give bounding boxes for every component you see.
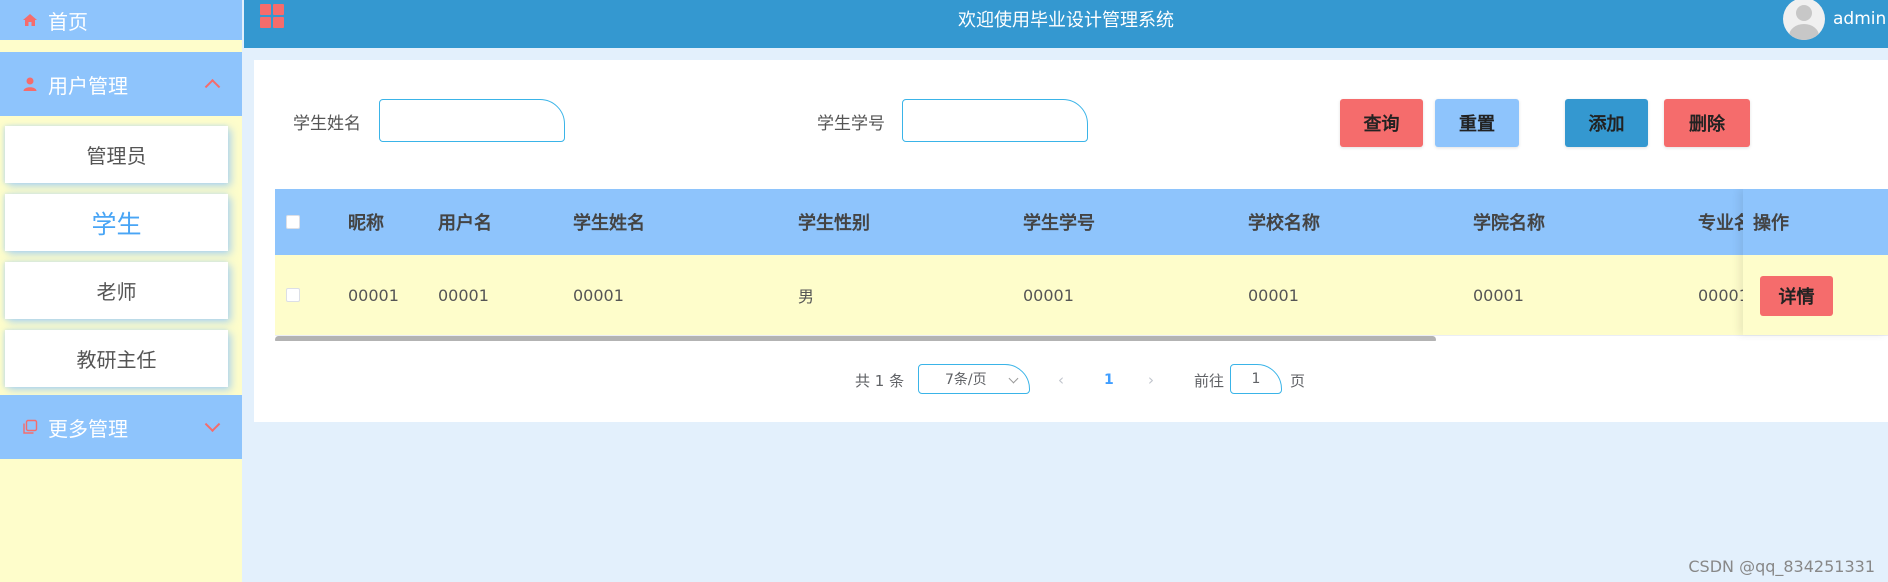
sidebar-item-home[interactable]: 首页 (0, 0, 242, 40)
scrollbar-thumb[interactable] (275, 336, 1436, 341)
action-column: 操作 详情 (1743, 189, 1888, 335)
page-size-select[interactable]: 7条/页 (918, 364, 1030, 394)
sidebar: 首页 用户管理 管理员 学生 老师 教研主任 更多管理 (0, 0, 242, 582)
prev-page-icon[interactable]: ‹ (1058, 364, 1064, 396)
sidebar-group-label: 用户管理 (48, 73, 128, 98)
select-all-checkbox[interactable] (286, 215, 300, 229)
sidebar-item-teacher[interactable]: 老师 (5, 262, 228, 319)
column-header-username[interactable]: 用户名 (438, 189, 492, 255)
add-button[interactable]: 添加 (1565, 99, 1648, 147)
student-name-label: 学生姓名 (293, 114, 361, 134)
table-header: 昵称 用户名 学生姓名 学生性别 学生学号 学校名称 学院名称 专业名称 (275, 189, 1888, 255)
column-header-college[interactable]: 学院名称 (1473, 189, 1545, 255)
student-table: 昵称 用户名 学生姓名 学生性别 学生学号 学校名称 学院名称 专业名称 000… (275, 189, 1888, 341)
chevron-down-icon (204, 416, 221, 433)
home-icon (22, 12, 38, 28)
goto-page-input[interactable]: 1 (1230, 364, 1282, 394)
page-size-value: 7条/页 (945, 372, 987, 388)
student-number-input[interactable] (902, 99, 1088, 142)
sidebar-item-admin[interactable]: 管理员 (5, 126, 228, 183)
reset-button[interactable]: 重置 (1435, 99, 1519, 147)
sidebar-item-label: 首页 (48, 9, 88, 34)
row-checkbox[interactable] (286, 288, 300, 302)
query-button[interactable]: 查询 (1340, 99, 1423, 147)
table-cell-school: 00001 (1248, 285, 1299, 305)
table-cell-nickname: 00001 (348, 285, 399, 305)
username[interactable]: admin (1833, 9, 1886, 29)
sidebar-group-user-management[interactable]: 用户管理 (0, 52, 242, 116)
sidebar-group-label: 更多管理 (48, 416, 128, 441)
table-row: 00001 00001 00001 男 00001 00001 00001 00… (275, 255, 1888, 336)
goto-label: 前往 (1194, 371, 1225, 390)
sidebar-group-more-management[interactable]: 更多管理 (0, 395, 242, 459)
column-header-action: 操作 (1753, 213, 1789, 234)
sidebar-item-student[interactable]: 学生 (5, 194, 228, 251)
sidebar-submenu: 管理员 学生 老师 教研主任 (0, 116, 242, 395)
pagination-total: 共 1 条 (855, 371, 905, 390)
avatar[interactable] (1783, 0, 1825, 40)
page-number-current[interactable]: 1 (1104, 364, 1114, 396)
student-number-label: 学生学号 (817, 114, 885, 134)
main-panel: 学生姓名 学生学号 查询 重置 添加 删除 昵称 用户名 学生姓名 学生性别 学… (254, 60, 1888, 422)
table-cell-student-name: 00001 (573, 285, 624, 305)
delete-button[interactable]: 删除 (1664, 99, 1750, 147)
column-header-student-number[interactable]: 学生学号 (1023, 189, 1095, 255)
horizontal-scrollbar[interactable] (275, 335, 1888, 341)
user-icon (22, 76, 38, 92)
table-cell-college: 00001 (1473, 285, 1524, 305)
sidebar-item-director[interactable]: 教研主任 (5, 330, 228, 387)
column-header-gender[interactable]: 学生性别 (798, 189, 870, 255)
column-header-school[interactable]: 学校名称 (1248, 189, 1320, 255)
page-suffix: 页 (1290, 371, 1306, 390)
table-cell-student-number: 00001 (1023, 285, 1074, 305)
next-page-icon[interactable]: › (1148, 364, 1154, 396)
copy-icon (22, 419, 38, 435)
table-cell-username: 00001 (438, 285, 489, 305)
top-header: 欢迎使用毕业设计管理系统 admin (244, 0, 1888, 48)
chevron-up-icon (204, 78, 221, 95)
watermark: CSDN @qq_834251331 (1688, 557, 1875, 576)
student-name-input[interactable] (379, 99, 565, 142)
page-title: 欢迎使用毕业设计管理系统 (958, 10, 1174, 31)
table-cell-gender: 男 (798, 287, 815, 306)
column-header-student-name[interactable]: 学生姓名 (573, 189, 645, 255)
detail-button[interactable]: 详情 (1760, 276, 1833, 316)
table-cell-major: 00001 (1698, 285, 1749, 305)
column-header-nickname[interactable]: 昵称 (348, 189, 384, 255)
chevron-down-icon (1008, 373, 1019, 384)
